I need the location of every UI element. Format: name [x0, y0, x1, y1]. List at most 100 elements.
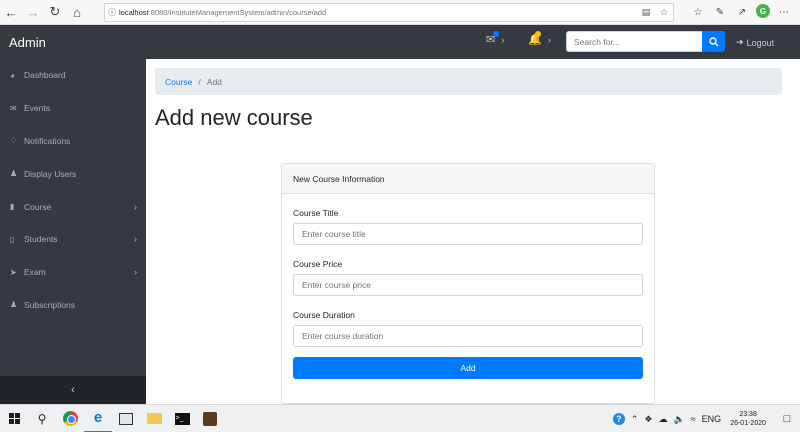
brand-link[interactable]: Admin [9, 35, 46, 50]
new-course-card: New Course Information Course Title Cour… [281, 163, 655, 404]
file-icon: ▯ [10, 234, 15, 244]
sidebar-item-label: Exam [24, 267, 46, 278]
misc-app[interactable] [196, 405, 224, 432]
book-icon: ▮ [10, 202, 15, 212]
info-icon[interactable]: ⓘ [105, 7, 119, 18]
system-tray: ? ⌃ ❖ ☁ 🔈 ≈ ENG 23:38 26-01-2020 □ [610, 405, 800, 432]
course-duration-input[interactable] [293, 325, 643, 347]
search-icon [708, 36, 719, 47]
sidebar-item-exam[interactable]: ➤ Exam › [0, 256, 146, 289]
logout-label: Logout [746, 37, 775, 48]
tachometer-icon: ◕ [10, 70, 15, 80]
volume-icon[interactable]: 🔈 [674, 414, 685, 425]
sidebar-item-students[interactable]: ▯ Students › [0, 223, 146, 256]
sidebar-item-label: Notifications [24, 135, 71, 146]
course-duration-label: Course Duration [293, 310, 355, 320]
course-price-input[interactable] [293, 274, 643, 296]
clock-date: 26-01-2020 [730, 420, 766, 427]
favorite-icon[interactable]: ☆ [655, 7, 673, 18]
start-button[interactable] [0, 405, 28, 432]
sidebar-item-course[interactable]: ▮ Course › [0, 190, 146, 223]
sidebar-item-display-users[interactable]: ♟ Display Users [0, 157, 146, 190]
terminal-app[interactable]: >_ [168, 405, 196, 432]
chrome-icon [62, 411, 78, 426]
reader-mode-icon[interactable]: ▤ [637, 7, 655, 18]
reload-icon[interactable]: ↻ [44, 1, 66, 23]
windows-icon [8, 413, 20, 424]
url-text[interactable]: localhost:8080/InstituteManagementSystem… [119, 8, 637, 17]
more-icon[interactable]: ⋯ [776, 4, 792, 20]
search-input[interactable] [566, 31, 702, 52]
bell-icon: ♢ [10, 136, 18, 146]
home-icon[interactable]: ⌂ [66, 1, 88, 23]
notifications-dropdown[interactable]: 🔔 › [528, 31, 551, 46]
profile-icon[interactable]: G [756, 4, 770, 18]
chevron-right-icon: › [501, 34, 505, 45]
share-icon[interactable]: ↗ [734, 4, 750, 20]
chevron-left-icon: ‹ [71, 384, 75, 396]
sidebar-item-label: Students [24, 234, 58, 245]
folder-icon [146, 413, 162, 424]
search-button[interactable] [702, 31, 725, 52]
window-app[interactable] [112, 405, 140, 432]
notification-center-icon[interactable]: □ [774, 405, 800, 432]
course-title-label: Course Title [293, 208, 339, 218]
add-button[interactable]: Add [293, 357, 643, 379]
sidebar-item-notifications[interactable]: ♢ Notifications [0, 125, 146, 158]
sidebar-item-label: Course [24, 201, 52, 212]
breadcrumb-course-link[interactable]: Course [165, 77, 192, 87]
page-title: Add new course [155, 105, 313, 130]
file-explorer-app[interactable] [140, 405, 168, 432]
breadcrumb-current: Add [206, 76, 222, 87]
chrome-app[interactable] [56, 405, 84, 432]
card-header: New Course Information [282, 164, 654, 194]
pen-icon[interactable]: ✎ [712, 4, 728, 20]
sidebar: ◕ Dashboard ✉ Events ♢ Notifications ♟ D… [0, 59, 146, 404]
user-icon: ♟ [10, 300, 18, 310]
window-icon [119, 412, 133, 425]
forward-icon[interactable]: → [22, 1, 44, 23]
chevron-right-icon: › [134, 267, 137, 278]
sign-out-icon: ➜ [736, 37, 744, 47]
address-bar[interactable]: ⓘ localhost:8080/InstituteManagementSyst… [104, 3, 674, 22]
cloud-icon[interactable]: ☁ [659, 414, 668, 425]
sidebar-item-label: Events [24, 103, 50, 114]
messages-dropdown[interactable]: ✉ › [486, 31, 505, 46]
main-content: Course / Add Add new course New Course I… [146, 59, 800, 404]
breadcrumb: Course / Add [155, 68, 782, 95]
course-price-label: Course Price [293, 259, 343, 269]
dropbox-icon[interactable]: ❖ [644, 414, 652, 425]
sidebar-item-label: Dashboard [24, 70, 66, 81]
breadcrumb-separator: / [198, 76, 201, 87]
clock-time: 23:38 [739, 411, 757, 418]
navbar-search [566, 31, 725, 52]
app-icon [203, 411, 217, 426]
search-icon[interactable]: ⚲ [28, 405, 56, 432]
sidebar-item-events[interactable]: ✉ Events [0, 92, 146, 125]
chevron-right-icon: › [134, 201, 137, 212]
help-icon[interactable]: ? [612, 413, 625, 425]
sidebar-item-dashboard[interactable]: ◕ Dashboard [0, 59, 146, 92]
logout-link[interactable]: ➜ Logout [736, 37, 774, 48]
clock[interactable]: 23:38 26-01-2020 [730, 410, 766, 428]
course-title-input[interactable] [293, 223, 643, 245]
language-indicator[interactable]: ENG [702, 414, 722, 424]
url-host: localhost [119, 8, 149, 17]
envelope-icon: ✉ [10, 103, 17, 113]
sidebar-item-label: Subscriptions [24, 299, 76, 310]
chevron-right-icon: › [134, 234, 137, 245]
url-path: :8080/InstituteManagementSystem/admin/co… [148, 8, 327, 17]
wifi-icon[interactable]: ≈ [691, 414, 696, 424]
browser-tools: ☆ ✎ ↗ G ⋯ [690, 4, 792, 20]
chevron-right-icon: › [547, 34, 551, 45]
edge-icon: e [93, 409, 103, 426]
back-icon[interactable]: ← [0, 1, 22, 23]
sidebar-toggle-button[interactable]: ‹ [0, 376, 146, 404]
sidebar-item-subscriptions[interactable]: ♟ Subscriptions [0, 289, 146, 322]
favorites-bar-icon[interactable]: ☆ [690, 4, 706, 20]
sidebar-item-label: Display Users [24, 168, 77, 179]
messages-badge [493, 31, 499, 37]
edge-app[interactable]: e [84, 405, 112, 432]
taskbar-apps: ⚲ e >_ [0, 405, 224, 432]
chevron-up-icon[interactable]: ⌃ [631, 414, 639, 425]
